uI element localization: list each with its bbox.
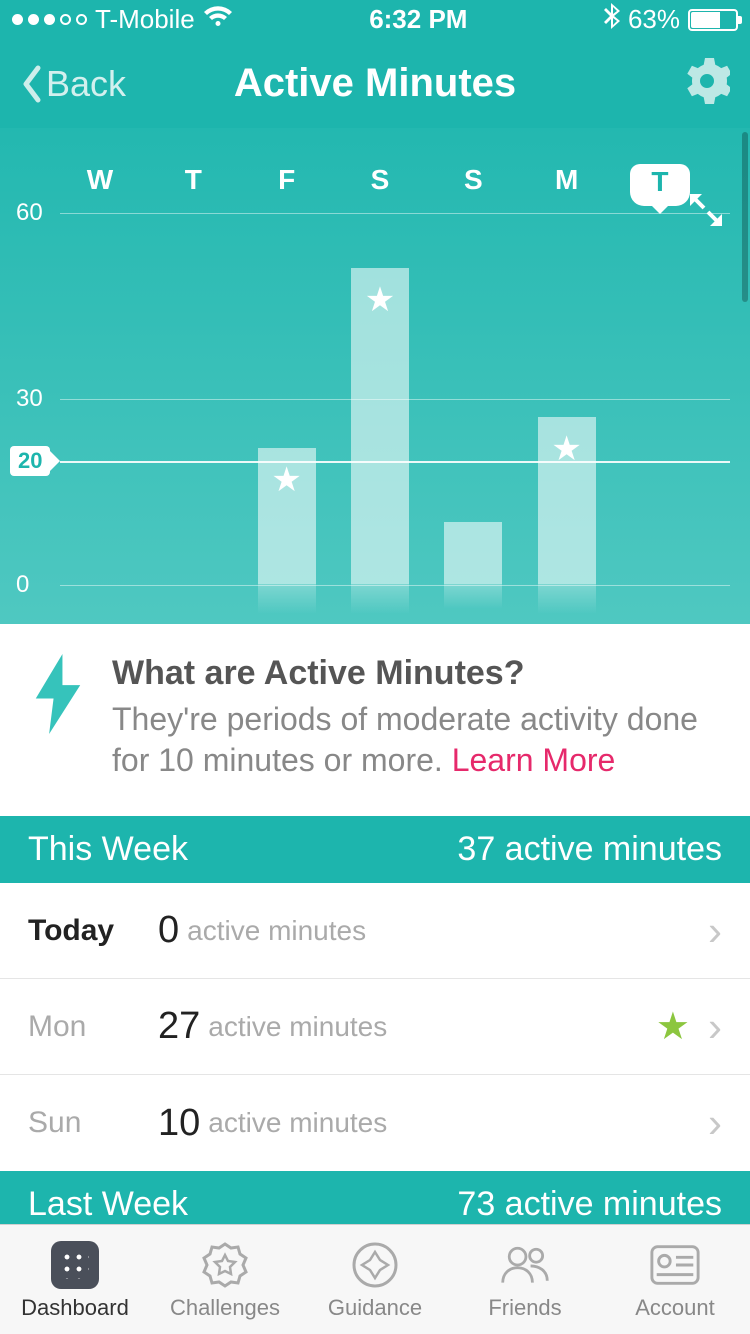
row-day-label: Mon — [28, 1010, 158, 1044]
day-label-1[interactable]: T — [163, 164, 223, 206]
history-row[interactable]: Mon27 active minutes ★ › — [0, 979, 750, 1075]
bar: ★ — [351, 268, 409, 583]
y-tick: 0 — [16, 571, 29, 599]
info-card: What are Active Minutes? They're periods… — [0, 624, 750, 816]
day-label-3[interactable]: S — [350, 164, 410, 206]
tab-dashboard[interactable]: Dashboard — [0, 1225, 150, 1334]
row-value: 27 — [158, 1005, 200, 1048]
tab-friends[interactable]: Friends — [450, 1225, 600, 1334]
y-tick: 60 — [16, 199, 43, 227]
star-icon: ★ — [551, 429, 581, 469]
row-value: 0 — [158, 909, 179, 952]
signal-dots — [12, 14, 87, 25]
row-unit: active minutes — [187, 915, 366, 947]
challenges-icon — [199, 1239, 251, 1291]
chevron-right-icon: › — [708, 1099, 722, 1147]
bolt-icon — [28, 654, 88, 734]
bar-slot[interactable] — [443, 213, 503, 584]
carrier-label: T-Mobile — [95, 4, 195, 35]
bar-slot[interactable] — [163, 213, 223, 584]
bluetooth-icon — [604, 3, 620, 36]
bar-slot[interactable]: ★ — [257, 213, 317, 584]
tab-account[interactable]: Account — [600, 1225, 750, 1334]
active-minutes-chart[interactable]: WTFSSMT 0306020 ★★★ — [0, 128, 750, 624]
star-icon: ★ — [271, 460, 301, 500]
chevron-left-icon — [20, 64, 42, 104]
gear-icon — [684, 58, 730, 104]
bar — [444, 522, 502, 584]
day-label-5[interactable]: M — [537, 164, 597, 206]
bar-slot[interactable]: ★ — [537, 213, 597, 584]
learn-more-link[interactable]: Learn More — [452, 742, 616, 778]
day-label-2[interactable]: F — [257, 164, 317, 206]
y-tick: 30 — [16, 385, 43, 413]
back-button[interactable]: Back — [20, 63, 126, 105]
day-label-6[interactable]: T — [630, 164, 690, 206]
bar-slot[interactable]: ★ — [350, 213, 410, 584]
nav-header: Back Active Minutes — [0, 40, 750, 128]
section-title: Last Week — [28, 1185, 188, 1224]
guidance-icon — [349, 1239, 401, 1291]
expand-icon — [688, 192, 724, 228]
section-summary: 73 active minutes — [457, 1185, 722, 1224]
bar-slot[interactable] — [70, 213, 130, 584]
battery-pct: 63% — [628, 4, 680, 35]
settings-button[interactable] — [684, 58, 730, 109]
goal-marker: 20 — [10, 446, 50, 476]
tab-bar: Dashboard Challenges Guidance Friends Ac… — [0, 1224, 750, 1334]
day-label-4[interactable]: S — [443, 164, 503, 206]
status-bar: T-Mobile 6:32 PM 63% — [0, 0, 750, 40]
battery-icon — [688, 9, 738, 31]
dashboard-icon — [51, 1241, 99, 1289]
section-summary: 37 active minutes — [457, 830, 722, 869]
tab-challenges[interactable]: Challenges — [150, 1225, 300, 1334]
history-row[interactable]: Today0 active minutes › — [0, 883, 750, 979]
bar-slot[interactable] — [630, 213, 690, 584]
bar: ★ — [258, 448, 316, 584]
account-icon — [649, 1239, 701, 1291]
info-title: What are Active Minutes? — [112, 654, 722, 693]
chevron-right-icon: › — [708, 907, 722, 955]
row-day-label: Today — [28, 914, 158, 948]
row-value: 10 — [158, 1102, 200, 1145]
star-icon: ★ — [656, 1004, 690, 1049]
bar: ★ — [538, 417, 596, 584]
scroll-indicator — [742, 132, 748, 302]
section-title: This Week — [28, 830, 188, 869]
row-unit: active minutes — [208, 1011, 387, 1043]
row-unit: active minutes — [208, 1107, 387, 1139]
page-title: Active Minutes — [234, 61, 516, 106]
back-label: Back — [46, 63, 126, 105]
row-day-label: Sun — [28, 1106, 158, 1140]
chevron-right-icon: › — [708, 1003, 722, 1051]
tab-guidance[interactable]: Guidance — [300, 1225, 450, 1334]
day-label-0[interactable]: W — [70, 164, 130, 206]
info-body: They're periods of moderate activity don… — [112, 699, 722, 782]
history-row[interactable]: Sun10 active minutes › — [0, 1075, 750, 1171]
wifi-icon — [203, 4, 233, 35]
friends-icon — [499, 1239, 551, 1291]
clock: 6:32 PM — [369, 4, 467, 35]
star-icon: ★ — [365, 280, 395, 320]
section-header: This Week 37 active minutes — [0, 816, 750, 883]
